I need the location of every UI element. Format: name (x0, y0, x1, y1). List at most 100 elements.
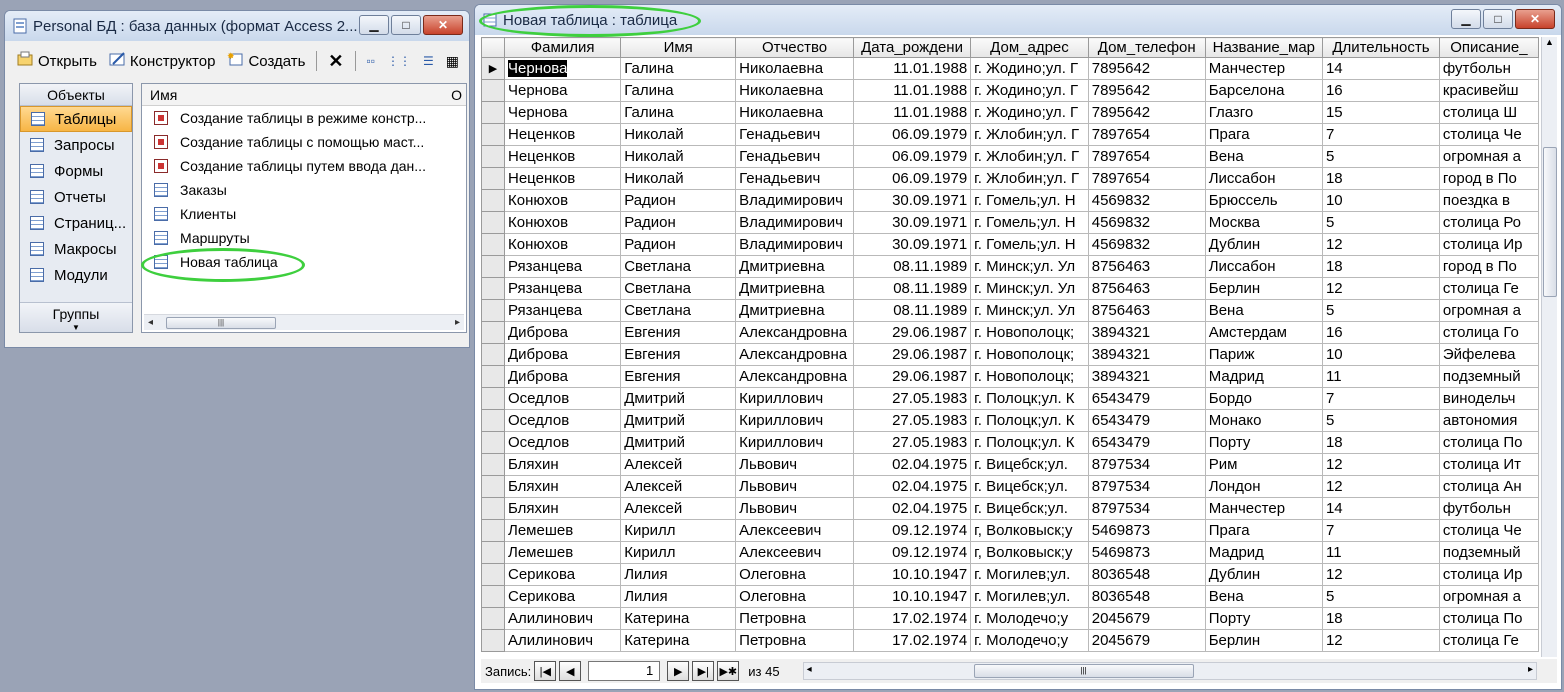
table-cell[interactable]: г. Вицебск;ул. (970, 475, 1089, 498)
table-cell[interactable]: Катерина (620, 607, 737, 630)
row-selector[interactable] (481, 167, 505, 190)
table-cell[interactable]: столица По (1438, 431, 1539, 454)
table-cell[interactable]: город в По (1438, 167, 1539, 190)
table-cell[interactable]: 8797534 (1087, 497, 1206, 520)
table-cell[interactable]: 3894321 (1087, 365, 1206, 388)
table-cell[interactable]: Светлана (620, 277, 737, 300)
table-cell[interactable]: 27.05.1983 (852, 409, 972, 432)
objects-item[interactable]: Модули (20, 262, 132, 288)
list-item[interactable]: Создание таблицы в режиме констр... (142, 106, 466, 130)
table-cell[interactable]: 14 (1321, 497, 1440, 520)
table-cell[interactable]: Дмитриевна (735, 255, 854, 278)
table-cell[interactable]: 02.04.1975 (852, 453, 972, 476)
row-selector[interactable] (481, 585, 505, 608)
table-cell[interactable]: винодельч (1438, 387, 1539, 410)
row-selector[interactable] (481, 233, 505, 256)
table-cell[interactable]: Бляхин (503, 475, 622, 498)
table-cell[interactable]: 10 (1321, 189, 1440, 212)
table-cell[interactable]: столица Че (1438, 519, 1539, 542)
table-cell[interactable]: 6543479 (1087, 409, 1206, 432)
table-cell[interactable]: Владимирович (735, 211, 854, 234)
table-cell[interactable]: красивейш (1438, 79, 1539, 102)
table-cell[interactable]: Алексей (620, 453, 737, 476)
column-header[interactable]: Дом_телефон (1087, 37, 1206, 58)
column-header[interactable]: Имя (620, 37, 737, 58)
table-cell[interactable]: 7897654 (1087, 145, 1206, 168)
table-cell[interactable]: Оседлов (503, 431, 622, 454)
table-cell[interactable]: 06.09.1979 (852, 167, 972, 190)
table-cell[interactable]: г. Гомель;ул. Н (970, 233, 1089, 256)
row-selector[interactable] (481, 519, 505, 542)
table-cell[interactable]: 5 (1321, 409, 1440, 432)
table-cell[interactable]: Дмитриевна (735, 299, 854, 322)
table-cell[interactable]: 10.10.1947 (852, 585, 972, 608)
table-cell[interactable]: Кириллович (735, 431, 854, 454)
table-cell[interactable]: Владимирович (735, 233, 854, 256)
table-cell[interactable]: 30.09.1971 (852, 211, 972, 234)
objects-item[interactable]: Отчеты (20, 184, 132, 210)
table-cell[interactable]: огромная а (1438, 145, 1539, 168)
table-cell[interactable]: Порту (1204, 607, 1323, 630)
table-cell[interactable]: 11.01.1988 (852, 101, 972, 124)
table-cell[interactable]: Светлана (620, 255, 737, 278)
table-cell[interactable]: г. Минск;ул. Ул (970, 255, 1089, 278)
table-cell[interactable]: 5 (1321, 145, 1440, 168)
table-cell[interactable]: 08.11.1989 (852, 255, 972, 278)
row-selector[interactable] (481, 497, 505, 520)
table-cell[interactable]: Алексеевич (735, 541, 854, 564)
table-cell[interactable]: Мадрид (1204, 365, 1323, 388)
table-cell[interactable]: Дублин (1204, 233, 1323, 256)
table-cell[interactable]: 17.02.1974 (852, 629, 972, 652)
table-cell[interactable]: Манчестер (1204, 497, 1323, 520)
table-cell[interactable]: Галина (620, 101, 737, 124)
table-cell[interactable]: Диброва (503, 343, 622, 366)
table-cell[interactable]: Александровна (735, 321, 854, 344)
table-cell[interactable]: Генадьевич (735, 167, 854, 190)
table-window-titlebar[interactable]: Новая таблица : таблица (475, 5, 1561, 35)
table-cell[interactable]: Мадрид (1204, 541, 1323, 564)
table-cell[interactable]: 18 (1321, 167, 1440, 190)
table-cell[interactable]: г. Полоцк;ул. К (970, 387, 1089, 410)
table-cell[interactable]: 12 (1321, 629, 1440, 652)
table-cell[interactable]: 02.04.1975 (852, 475, 972, 498)
table-cell[interactable]: Львович (735, 475, 854, 498)
table-cell[interactable]: 6543479 (1087, 387, 1206, 410)
table-cell[interactable]: 16 (1321, 321, 1440, 344)
table-cell[interactable]: г. Новополоцк; (970, 321, 1089, 344)
groups-header[interactable]: Группы ▼ (20, 302, 132, 332)
table-cell[interactable]: Чернова (503, 79, 622, 102)
create-button[interactable]: ✸ Создать (223, 51, 309, 71)
row-selector[interactable] (481, 123, 505, 146)
table-cell[interactable]: Манчестер (1204, 57, 1323, 80)
table-cell[interactable]: Оседлов (503, 409, 622, 432)
table-cell[interactable]: 08.11.1989 (852, 299, 972, 322)
table-cell[interactable]: Николай (620, 167, 737, 190)
column-header[interactable]: Длительность (1321, 37, 1440, 58)
table-cell[interactable]: футбольн (1438, 57, 1539, 80)
table-cell[interactable]: 7 (1321, 387, 1440, 410)
list-item[interactable]: Создание таблицы путем ввода дан... (142, 154, 466, 178)
table-cell[interactable]: Дмитриевна (735, 277, 854, 300)
table-cell[interactable]: Монако (1204, 409, 1323, 432)
table-cell[interactable]: столица Ир (1438, 233, 1539, 256)
column-header[interactable]: Фамилия (503, 37, 622, 58)
row-selector[interactable] (481, 101, 505, 124)
table-cell[interactable]: 08.11.1989 (852, 277, 972, 300)
table-cell[interactable]: 7895642 (1087, 101, 1206, 124)
table-cell[interactable]: 2045679 (1087, 629, 1206, 652)
list-view-button[interactable]: ☰ (419, 54, 438, 68)
table-cell[interactable]: 4569832 (1087, 189, 1206, 212)
table-cell[interactable]: Оседлов (503, 387, 622, 410)
table-cell[interactable]: Прага (1204, 123, 1323, 146)
table-cell[interactable]: Алилинович (503, 607, 622, 630)
table-cell[interactable]: Николай (620, 145, 737, 168)
table-cell[interactable]: Порту (1204, 431, 1323, 454)
table-cell[interactable]: 16 (1321, 79, 1440, 102)
table-cell[interactable]: Конюхов (503, 211, 622, 234)
maximize-button[interactable]: □ (1483, 9, 1513, 29)
table-cell[interactable]: 5469873 (1087, 519, 1206, 542)
row-selector[interactable]: ▶ (481, 57, 505, 80)
table-cell[interactable]: Лондон (1204, 475, 1323, 498)
table-cell[interactable]: столица Ш (1438, 101, 1539, 124)
table-cell[interactable]: Львович (735, 453, 854, 476)
